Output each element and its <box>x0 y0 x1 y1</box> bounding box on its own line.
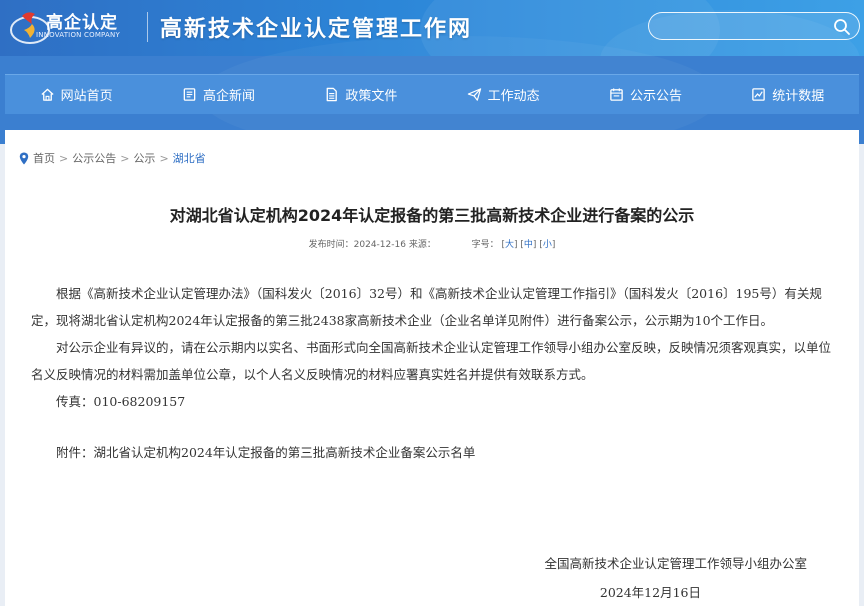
nav-item-label: 统计数据 <box>772 89 825 104</box>
font-size-small[interactable]: 小 <box>543 240 552 250</box>
article-meta: 发布时间：2024-12-16 来源： 字号： [大] [中] [小] <box>308 240 556 250</box>
breadcrumb: 首页 > 公示公告 > 公示 > 湖北省 <box>19 150 206 166</box>
notice-icon <box>610 88 623 101</box>
nav-item-label: 公示公告 <box>629 89 682 104</box>
nav-item-label: 工作动态 <box>487 89 540 104</box>
signature-org: 全国高新技术企业认定管理工作领导小组办公室 <box>544 556 807 571</box>
publish-label: 发布时间： <box>308 240 354 250</box>
source-label: 来源： <box>408 240 436 250</box>
main-nav: 网站首页 高企新闻 政策文件 工作动态 公示公告 统计数据 <box>5 74 859 114</box>
article-body: 根据《高新技术企业认定管理办法》（国科发火〔2016〕32号）和《高新技术企业认… <box>31 280 843 466</box>
document-icon <box>326 87 338 102</box>
nav-item-news[interactable]: 高企新闻 <box>147 75 289 114</box>
publish-date: 2024-12-16 <box>353 240 406 250</box>
search-box <box>648 12 860 40</box>
nav-item-home[interactable]: 网站首页 <box>5 75 147 114</box>
content-panel: 首页 > 公示公告 > 公示 > 湖北省 对湖北省认定机构2024年认定报备的第… <box>5 130 859 606</box>
nav-item-label: 高企新闻 <box>202 89 255 104</box>
article-title: 对湖北省认定机构2024年认定报备的第三批高新技术企业进行备案的公示 <box>169 206 695 225</box>
logo-divider <box>147 12 148 42</box>
breadcrumb-current[interactable]: 湖北省 <box>173 150 206 166</box>
fontsize-label: 字号： <box>471 240 499 250</box>
send-icon <box>467 88 481 101</box>
location-pin-icon <box>19 152 29 164</box>
paragraph: 对公示企业有异议的，请在公示期内以实名、书面形式向全国高新技术企业认定管理工作领… <box>31 340 832 382</box>
breadcrumb-home[interactable]: 首页 <box>33 150 55 166</box>
paragraph: 根据《高新技术企业认定管理办法》（国科发火〔2016〕32号）和《高新技术企业认… <box>31 286 822 328</box>
nav-item-label: 政策文件 <box>345 89 398 104</box>
breadcrumb-separator: > <box>159 151 169 165</box>
signature-date: 2024年12月16日 <box>599 585 701 600</box>
breadcrumb-notices[interactable]: 公示公告 <box>72 150 116 166</box>
search-input[interactable] <box>661 17 831 37</box>
home-icon <box>41 88 54 101</box>
nav-item-label: 网站首页 <box>60 89 113 104</box>
font-size-large[interactable]: 大 <box>505 240 514 250</box>
logo-text[interactable]: 高企认定 <box>46 8 118 33</box>
breadcrumb-publicity[interactable]: 公示 <box>133 150 155 166</box>
attachment-link[interactable]: 附件：湖北省认定机构2024年认定报备的第三批高新技术企业备案公示名单 <box>31 439 843 466</box>
nav-item-policy[interactable]: 政策文件 <box>290 75 432 114</box>
fax-line: 传真：010-68209157 <box>56 394 186 409</box>
font-size-medium[interactable]: 中 <box>524 240 533 250</box>
nav-item-work[interactable]: 工作动态 <box>432 75 574 114</box>
news-icon <box>183 88 196 101</box>
chart-icon <box>752 88 766 101</box>
nav-item-stats[interactable]: 统计数据 <box>717 75 859 114</box>
search-icon[interactable] <box>833 18 851 36</box>
breadcrumb-separator: > <box>120 151 130 165</box>
logo-subtext: INNOVATION COMPANY <box>36 31 120 39</box>
nav-item-notice[interactable]: 公示公告 <box>574 75 716 114</box>
breadcrumb-separator: > <box>59 151 69 165</box>
